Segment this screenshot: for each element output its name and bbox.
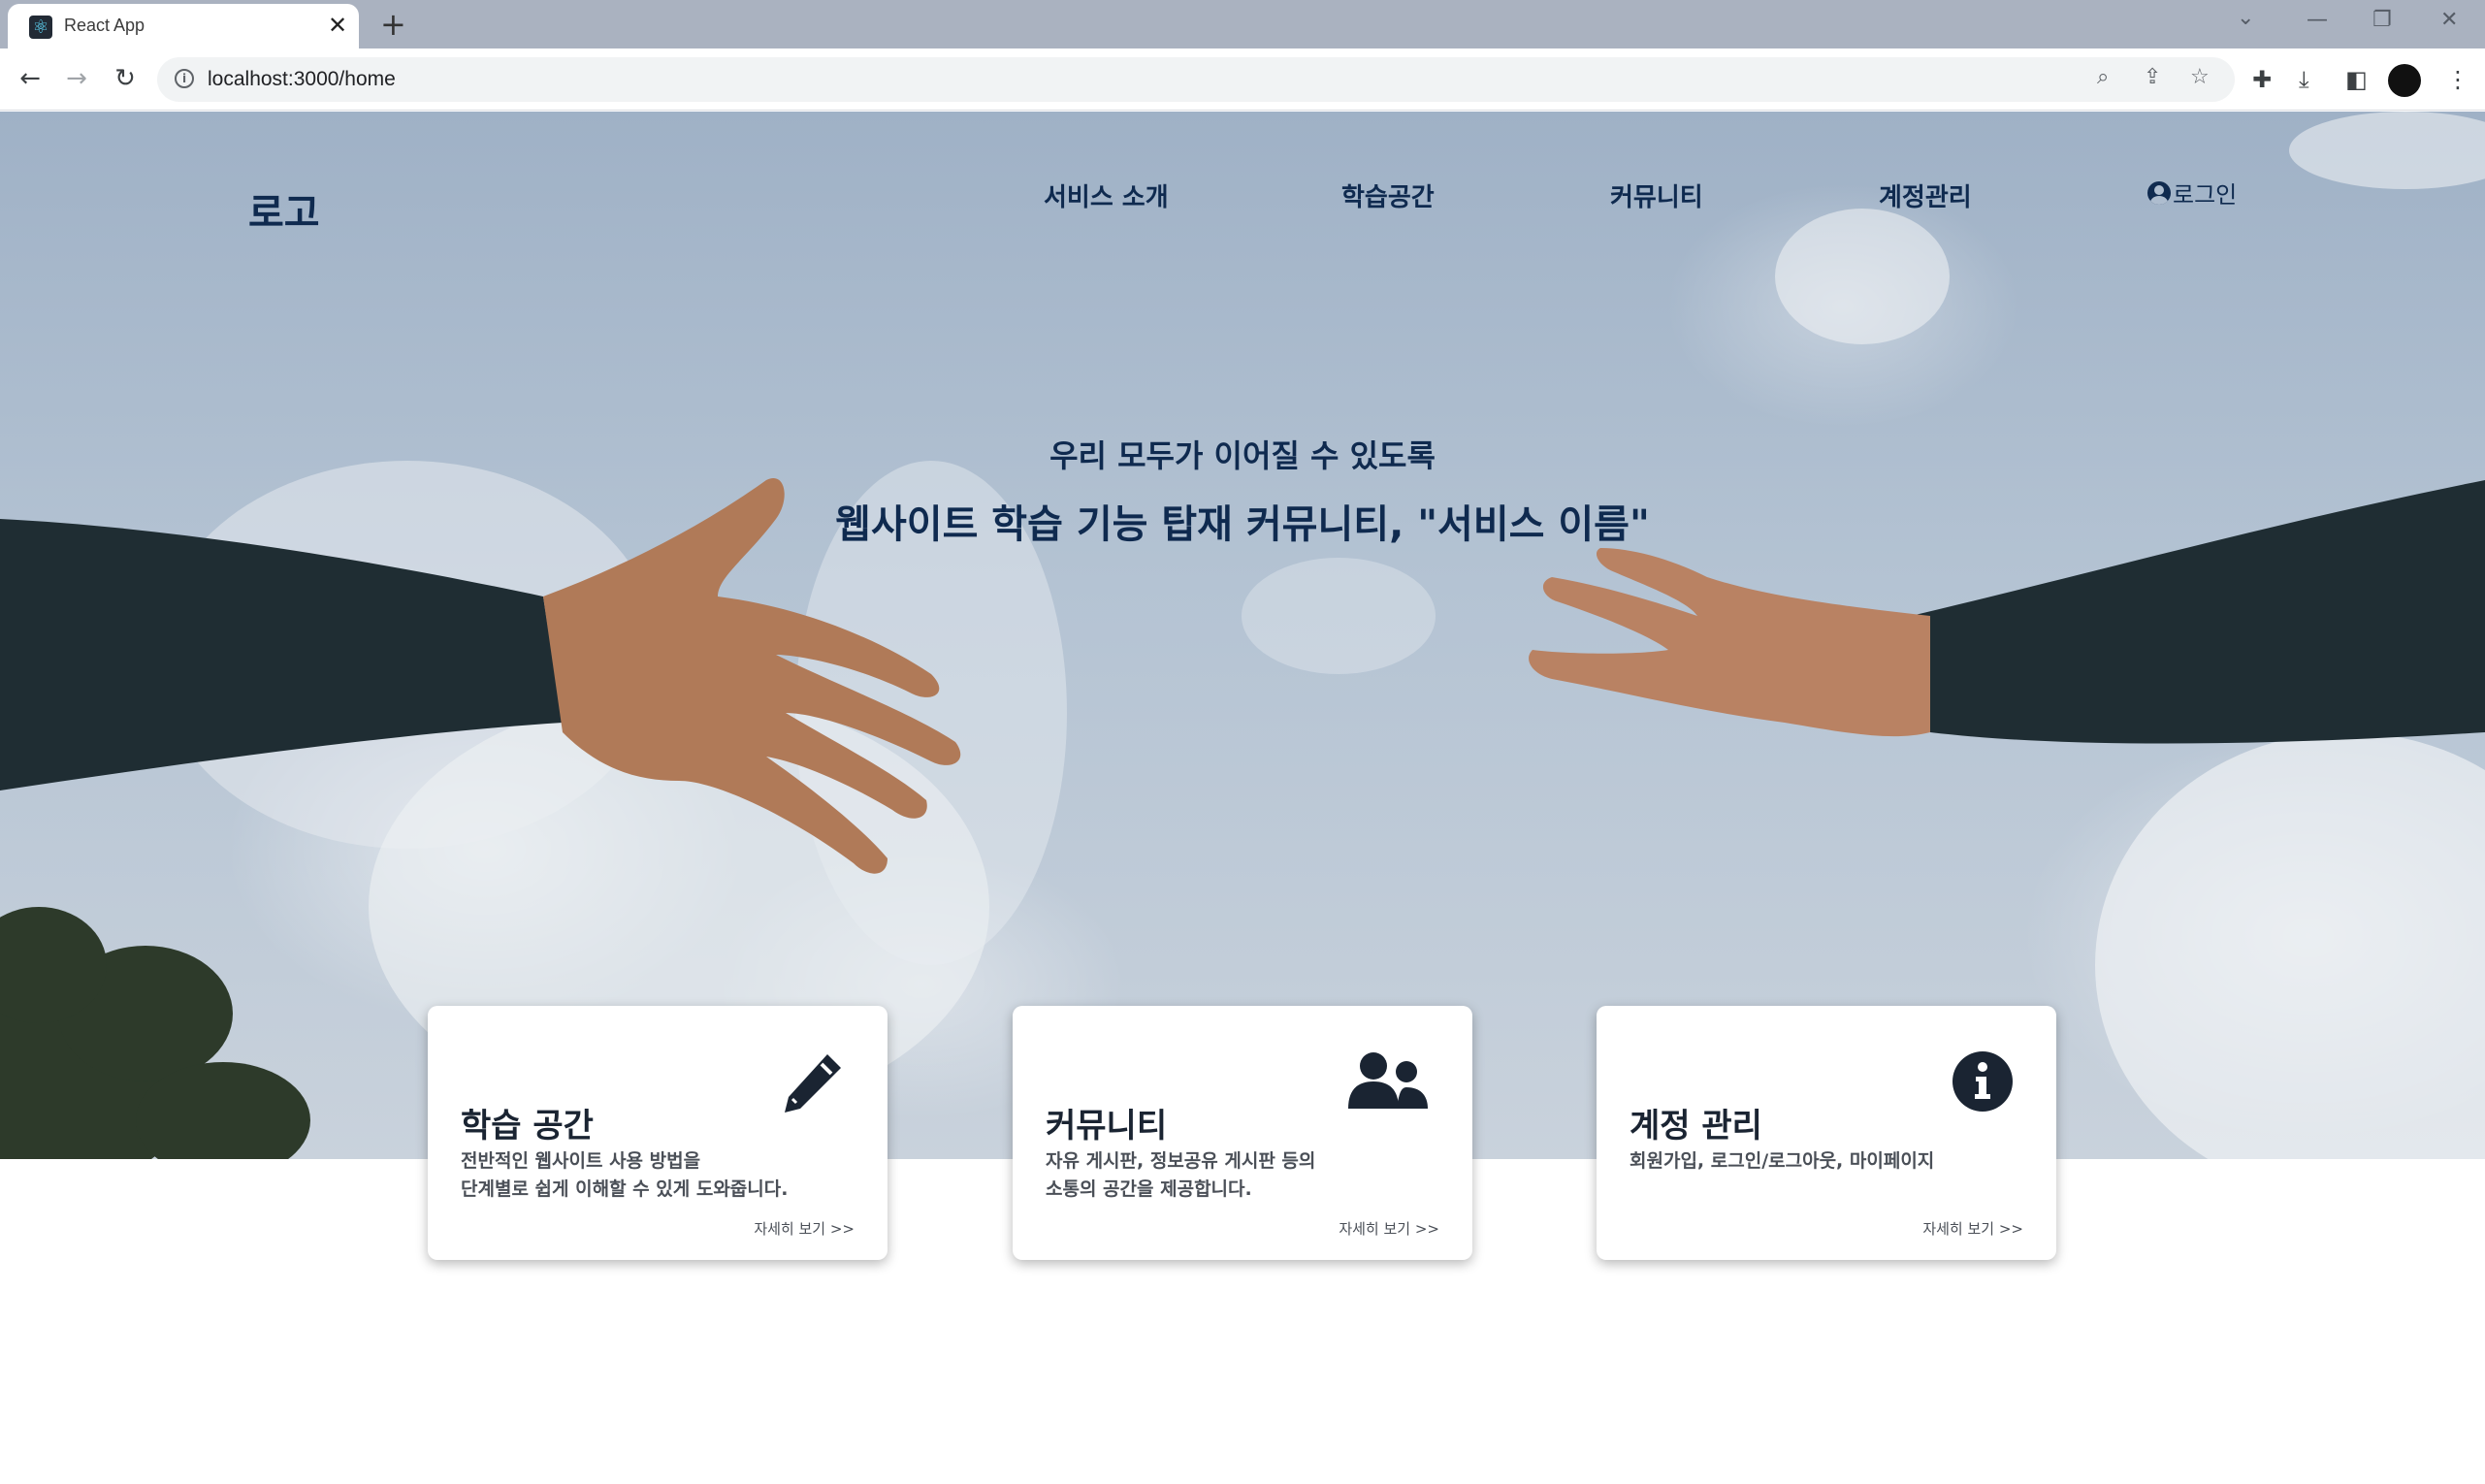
- card-description: 회원가입, 로그인/로그아웃, 마이페이지: [1630, 1147, 1934, 1176]
- card-desc-line: 소통의 공간을 제공합니다.: [1046, 1178, 1252, 1200]
- new-tab-button[interactable]: +: [380, 6, 406, 43]
- forward-arrow-icon[interactable]: →: [58, 60, 95, 97]
- card-more-link[interactable]: 자세히 보기 >>: [1922, 1218, 2023, 1239]
- login-label: 로그인: [2173, 181, 2238, 209]
- address-bar[interactable]: i localhost:3000/home ⌕ ⇪ ☆: [157, 57, 2235, 102]
- reload-icon[interactable]: ↻: [107, 60, 144, 97]
- react-favicon-icon: ⚛: [29, 16, 52, 39]
- card-title: 커뮤니티: [1046, 1107, 1168, 1145]
- address-url[interactable]: localhost:3000/home: [208, 68, 396, 91]
- hero-title: 웹사이트 학습 기능 탑재 커뮤니티, "서비스 이름": [835, 502, 1650, 547]
- nav-link-account[interactable]: 계정관리: [1879, 177, 1972, 213]
- card-community[interactable]: 커뮤니티 자유 게시판, 정보공유 게시판 등의 소통의 공간을 제공합니다. …: [1013, 1006, 1472, 1260]
- extensions-puzzle-icon[interactable]: ✚: [2252, 66, 2272, 93]
- nav-link-learning-space[interactable]: 학습공간: [1341, 177, 1435, 213]
- card-desc-line: 전반적인 웹사이트 사용 방법을: [461, 1150, 701, 1172]
- card-more-link[interactable]: 자세히 보기 >>: [754, 1218, 855, 1239]
- profile-avatar[interactable]: [2388, 64, 2421, 97]
- side-panel-icon[interactable]: ◧: [2345, 66, 2368, 93]
- nav-link-service-intro[interactable]: 서비스 소개: [1044, 177, 1169, 213]
- card-title: 계정 관리: [1630, 1107, 1762, 1145]
- back-arrow-icon[interactable]: ←: [12, 60, 48, 97]
- card-account[interactable]: 계정 관리 회원가입, 로그인/로그아웃, 마이페이지 자세히 보기 >>: [1597, 1006, 2056, 1260]
- card-learning-space[interactable]: 학습 공간 전반적인 웹사이트 사용 방법을 단계별로 쉽게 이해할 수 있게 …: [428, 1006, 888, 1260]
- card-desc-line: 회원가입, 로그인/로그아웃, 마이페이지: [1630, 1150, 1935, 1172]
- minimize-icon[interactable]: —: [2307, 8, 2328, 32]
- hero-subtitle: 우리 모두가 이어질 수 있도록: [1049, 437, 1436, 474]
- restore-icon[interactable]: ❐: [2372, 8, 2392, 32]
- pencil-icon: [785, 1054, 841, 1113]
- site-logo[interactable]: 로고: [248, 181, 320, 238]
- browser-tab-bar: ⚛ React App ✕ + ⌄ — ❐ ✕: [0, 0, 2485, 48]
- browser-tab-active[interactable]: ⚛ React App ✕: [8, 4, 359, 48]
- card-description: 전반적인 웹사이트 사용 방법을 단계별로 쉽게 이해할 수 있게 도와줍니다.: [461, 1147, 788, 1204]
- hero-section: 로고 서비스 소개 학습공간 커뮤니티 계정관리 로그인 우리 모두가 이어질 …: [0, 112, 2485, 1159]
- user-circle-icon: [2147, 180, 2171, 205]
- tab-title: React App: [64, 16, 145, 35]
- tab-search-chevron-icon[interactable]: ⌄: [2237, 6, 2254, 30]
- download-icon[interactable]: ⤓: [2299, 66, 2309, 93]
- tab-close-icon[interactable]: ✕: [328, 12, 347, 39]
- info-circle-icon: [1952, 1051, 2013, 1112]
- bookmark-star-icon[interactable]: ☆: [2190, 65, 2210, 89]
- nav-link-community[interactable]: 커뮤니티: [1610, 177, 1703, 213]
- page-viewport: 로고 서비스 소개 학습공간 커뮤니티 계정관리 로그인 우리 모두가 이어질 …: [0, 112, 2485, 1484]
- zoom-icon[interactable]: ⌕: [2097, 65, 2109, 89]
- hero-background-image: [0, 112, 2485, 1159]
- card-desc-line: 자유 게시판, 정보공유 게시판 등의: [1046, 1150, 1316, 1172]
- card-desc-line: 단계별로 쉽게 이해할 수 있게 도와줍니다.: [461, 1178, 789, 1200]
- window-close-icon[interactable]: ✕: [2440, 8, 2458, 32]
- card-description: 자유 게시판, 정보공유 게시판 등의 소통의 공간을 제공합니다.: [1046, 1147, 1315, 1204]
- users-icon: [1348, 1052, 1428, 1109]
- card-more-link[interactable]: 자세히 보기 >>: [1339, 1218, 1439, 1239]
- browser-toolbar: ← → ↻ i localhost:3000/home ⌕ ⇪ ☆ ✚ ⤓ ◧ …: [0, 48, 2485, 111]
- card-title: 학습 공간: [461, 1107, 594, 1145]
- site-info-icon[interactable]: i: [175, 69, 194, 88]
- share-icon[interactable]: ⇪: [2144, 65, 2161, 89]
- login-link[interactable]: 로그인: [2147, 176, 2237, 210]
- kebab-menu-icon[interactable]: ⋮: [2446, 66, 2469, 93]
